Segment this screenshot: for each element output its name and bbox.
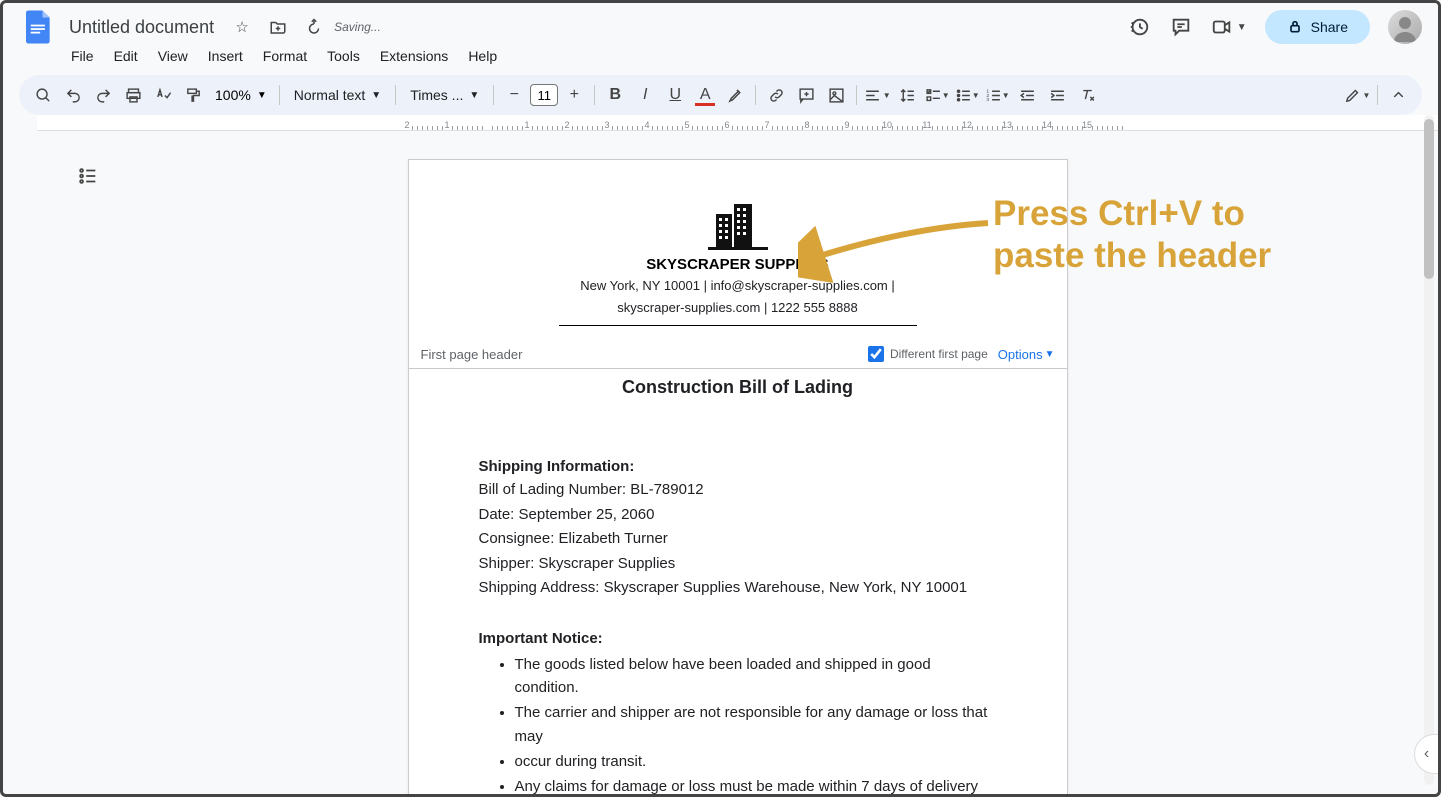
history-icon[interactable]: [1127, 15, 1151, 39]
underline-icon[interactable]: U: [661, 81, 689, 109]
company-info-2: skyscraper-supplies.com | 1222 555 8888: [479, 299, 997, 317]
body-line: Date: September 25, 2060: [479, 504, 997, 527]
menu-format[interactable]: Format: [255, 44, 315, 68]
menu-help[interactable]: Help: [460, 44, 505, 68]
body-line: Consignee: Elizabeth Turner: [479, 528, 997, 551]
menu-view[interactable]: View: [150, 44, 196, 68]
list-item: The goods listed below have been loaded …: [515, 653, 997, 700]
section-notice: Important Notice:: [479, 630, 997, 647]
menu-extensions[interactable]: Extensions: [372, 44, 456, 68]
titlebar: Untitled document ☆ Saving... ▼ Share: [3, 3, 1438, 43]
header-bar-label: First page header: [421, 347, 523, 362]
spellcheck-icon[interactable]: [149, 81, 177, 109]
section-shipping: Shipping Information:: [479, 458, 997, 475]
decrease-font-icon[interactable]: −: [500, 81, 528, 109]
scrollbar[interactable]: [1424, 115, 1434, 785]
increase-indent-icon[interactable]: [1043, 81, 1071, 109]
bullet-list-icon[interactable]: ▼: [953, 81, 981, 109]
avatar[interactable]: [1388, 10, 1422, 44]
align-icon[interactable]: ▼: [863, 81, 891, 109]
docs-logo[interactable]: [19, 7, 59, 47]
document-body[interactable]: Construction Bill of Lading Shipping Inf…: [409, 369, 1067, 794]
vertical-ruler: [21, 115, 37, 794]
buildings-icon: [708, 200, 768, 250]
insert-image-icon[interactable]: [822, 81, 850, 109]
move-icon[interactable]: [266, 15, 290, 39]
search-icon[interactable]: [29, 81, 57, 109]
toolbar: 100%▼ Normal text▼ Times ...▼ − + B I U …: [19, 75, 1422, 115]
document-heading: Construction Bill of Lading: [479, 377, 997, 398]
font-select[interactable]: Times ...▼: [402, 83, 487, 107]
document-title[interactable]: Untitled document: [63, 15, 220, 40]
menu-insert[interactable]: Insert: [200, 44, 251, 68]
svg-text:3: 3: [986, 97, 989, 103]
line-spacing-icon[interactable]: [893, 81, 921, 109]
decrease-indent-icon[interactable]: [1013, 81, 1041, 109]
undo-icon[interactable]: [59, 81, 87, 109]
italic-icon[interactable]: I: [631, 81, 659, 109]
highlight-icon[interactable]: [721, 81, 749, 109]
zoom-select[interactable]: 100%▼: [209, 83, 273, 107]
list-item: occur during transit.: [515, 750, 997, 773]
header-options-link[interactable]: Options ▼: [998, 347, 1055, 362]
paint-format-icon[interactable]: [179, 81, 207, 109]
menubar: File Edit View Insert Format Tools Exten…: [3, 43, 1438, 75]
body-line: Shipping Address: Skyscraper Supplies Wa…: [479, 577, 997, 600]
checklist-icon[interactable]: ▼: [923, 81, 951, 109]
paragraph-style-select[interactable]: Normal text▼: [286, 83, 389, 107]
company-info-1: New York, NY 10001 | info@skyscraper-sup…: [479, 277, 997, 295]
meet-button[interactable]: ▼: [1211, 16, 1247, 38]
annotation-text: Press Ctrl+V to paste the header: [993, 193, 1271, 277]
print-icon[interactable]: [119, 81, 147, 109]
header-divider: [559, 325, 917, 326]
text-color-icon[interactable]: A: [691, 81, 719, 109]
star-icon[interactable]: ☆: [230, 15, 254, 39]
body-line: Bill of Lading Number: BL-789012: [479, 479, 997, 502]
header-zone[interactable]: SKYSCRAPER SUPPLIES New York, NY 10001 |…: [409, 160, 1067, 369]
clear-format-icon[interactable]: [1073, 81, 1101, 109]
menu-file[interactable]: File: [63, 44, 102, 68]
increase-font-icon[interactable]: +: [560, 81, 588, 109]
menu-tools[interactable]: Tools: [319, 44, 368, 68]
share-button[interactable]: Share: [1265, 10, 1370, 44]
collapse-toolbar-icon[interactable]: [1384, 81, 1412, 109]
list-item: The carrier and shipper are not responsi…: [515, 701, 997, 748]
font-size-input[interactable]: [530, 84, 558, 106]
different-first-page-check[interactable]: Different first page: [868, 346, 988, 362]
horizontal-ruler[interactable]: 21123456789101112131415: [37, 115, 1438, 131]
body-line: Shipper: Skyscraper Supplies: [479, 553, 997, 576]
list-item: Any claims for damage or loss must be ma…: [515, 775, 997, 794]
add-comment-icon[interactable]: [792, 81, 820, 109]
saving-status: Saving...: [334, 20, 381, 34]
link-icon[interactable]: [762, 81, 790, 109]
bold-icon[interactable]: B: [601, 81, 629, 109]
outline-toggle-icon[interactable]: [77, 165, 101, 189]
editing-mode-icon[interactable]: ▼: [1343, 81, 1371, 109]
company-name: SKYSCRAPER SUPPLIES: [479, 256, 997, 273]
comments-icon[interactable]: [1169, 15, 1193, 39]
numbered-list-icon[interactable]: 123▼: [983, 81, 1011, 109]
document-page[interactable]: SKYSCRAPER SUPPLIES New York, NY 10001 |…: [408, 159, 1068, 794]
redo-icon[interactable]: [89, 81, 117, 109]
menu-edit[interactable]: Edit: [106, 44, 146, 68]
cloud-status-icon[interactable]: [302, 15, 326, 39]
